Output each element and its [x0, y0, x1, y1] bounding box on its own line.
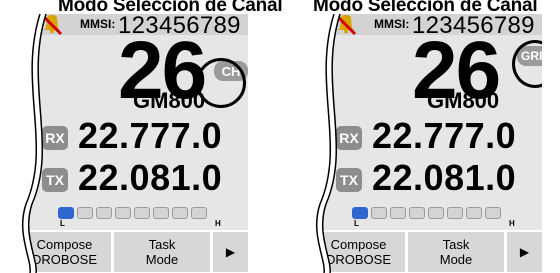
power-segment	[466, 207, 482, 219]
next-page-button[interactable]: ▶	[507, 232, 542, 272]
softkey-label: Mode	[439, 252, 473, 267]
softkey-label: Task	[442, 237, 470, 252]
meter-high-label: H	[509, 219, 515, 228]
task-mode-button[interactable]: Task Mode	[408, 232, 504, 272]
softkey-label: Mode	[145, 252, 179, 267]
power-segment	[96, 207, 112, 219]
right-arrow-icon: ▶	[225, 244, 236, 259]
next-page-button[interactable]: ▶	[213, 232, 248, 272]
power-segment	[77, 207, 93, 219]
channel-name: GM800	[427, 88, 500, 113]
power-segment	[191, 207, 207, 219]
power-segment	[371, 207, 387, 219]
power-segment	[390, 207, 406, 219]
power-segment	[447, 207, 463, 219]
rx-frequency: 22.777.0	[78, 115, 223, 156]
power-meter	[352, 207, 501, 219]
mmsi-label: MMSI:	[80, 17, 116, 31]
power-segment	[428, 207, 444, 219]
power-segment	[485, 207, 501, 219]
torn-edge	[18, 14, 78, 273]
tx-frequency: 22.081.0	[372, 157, 517, 198]
torn-edge	[312, 14, 372, 273]
radio-screen-channel-mode: MMSI: 123456789 26 GM800 CH RX 22.777.0 …	[18, 14, 248, 273]
power-segment	[409, 207, 425, 219]
tx-frequency: 22.081.0	[78, 157, 223, 198]
power-meter	[58, 207, 207, 219]
highlight-circle	[512, 40, 542, 88]
power-segment	[134, 207, 150, 219]
task-mode-button[interactable]: Task Mode	[114, 232, 210, 272]
highlight-circle	[196, 58, 246, 108]
power-segment	[172, 207, 188, 219]
rx-frequency: 22.777.0	[372, 115, 517, 156]
mmsi-label: MMSI:	[374, 17, 410, 31]
power-segment	[115, 207, 131, 219]
softkey-label: Task	[148, 237, 176, 252]
radio-screen-group-mode: MMSI: 123456789 26 GM800 GRP RX 22.777.0…	[312, 14, 542, 273]
meter-high-label: H	[215, 219, 221, 228]
channel-name: GM800	[133, 88, 206, 113]
right-arrow-icon: ▶	[519, 244, 530, 259]
power-segment	[153, 207, 169, 219]
